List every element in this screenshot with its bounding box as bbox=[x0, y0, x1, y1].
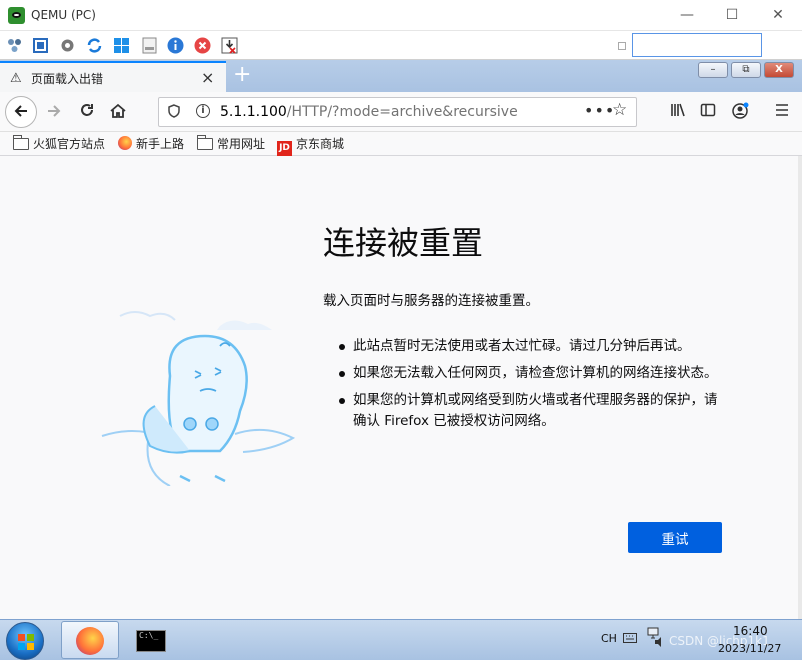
arrow-right-icon bbox=[48, 105, 61, 117]
stop-icon[interactable] bbox=[194, 37, 211, 54]
site-info-icon[interactable]: i bbox=[196, 104, 210, 118]
toolbar-checkbox[interactable] bbox=[618, 42, 626, 50]
list-item: 如果您无法载入任何网页，请检查您计算机的网络连接状态。 bbox=[337, 363, 727, 384]
arrow-left-icon bbox=[14, 105, 27, 117]
firefox-icon bbox=[118, 136, 132, 150]
usb-disconnect-icon[interactable] bbox=[221, 37, 238, 54]
content-right-edge bbox=[798, 156, 802, 619]
taskbar-firefox-button[interactable] bbox=[61, 621, 119, 659]
library-icon[interactable] bbox=[670, 102, 686, 122]
qemu-title-bar: QEMU (PC) — ☐ ✕ bbox=[0, 0, 802, 31]
tab-page-error[interactable]: ⚠ 页面载入出错 × bbox=[0, 61, 226, 92]
fullscreen-icon[interactable] bbox=[32, 37, 49, 54]
command-prompt-icon: C:\_ bbox=[136, 630, 166, 652]
home-icon bbox=[110, 103, 126, 118]
jd-icon: JD bbox=[277, 141, 292, 156]
vm-close-button[interactable]: X bbox=[764, 62, 794, 78]
window-title: QEMU (PC) bbox=[31, 8, 96, 22]
list-item: 如果您的计算机或网络受到防火墙或者代理服务器的保护，请确认 Firefox 已被… bbox=[337, 390, 727, 432]
volume-tray-icon[interactable] bbox=[654, 636, 666, 651]
error-description: 载入页面时与服务器的连接被重置。 bbox=[323, 293, 539, 309]
start-button[interactable] bbox=[6, 622, 44, 660]
navigation-toolbar: i 5.1.1.100/HTTP/?mode=archive&recursive… bbox=[0, 92, 802, 132]
error-suggestions-list: 此站点暂时无法使用或者太过忙碌。请过几分钟后再试。 如果您无法载入任何网页，请检… bbox=[337, 336, 727, 438]
list-item: 此站点暂时无法使用或者太过忙碌。请过几分钟后再试。 bbox=[337, 336, 727, 357]
tab-close-icon[interactable]: × bbox=[201, 68, 214, 87]
settings-gear-icon[interactable] bbox=[59, 37, 76, 54]
firefox-icon bbox=[76, 627, 104, 655]
tab-label: 页面载入出错 bbox=[31, 72, 104, 86]
tracking-shield-icon[interactable] bbox=[168, 104, 180, 122]
bookmark-item[interactable]: 常用网址 bbox=[197, 135, 265, 153]
close-button[interactable]: ✕ bbox=[755, 4, 801, 26]
vm-window-controls: – ⧉ X bbox=[698, 62, 798, 80]
retry-button[interactable]: 重试 bbox=[628, 522, 722, 553]
minimize-button[interactable]: — bbox=[664, 4, 710, 26]
folder-icon bbox=[197, 135, 213, 150]
bookmark-label: 常用网址 bbox=[217, 137, 266, 151]
bookmark-label: 火狐官方站点 bbox=[33, 137, 106, 151]
maximize-button[interactable]: ☐ bbox=[709, 4, 755, 26]
bookmark-label: 新手上路 bbox=[136, 137, 185, 151]
bookmark-item[interactable]: 火狐官方站点 bbox=[13, 135, 105, 153]
bookmark-item[interactable]: JD 京东商城 bbox=[277, 135, 345, 156]
account-icon[interactable] bbox=[732, 102, 750, 124]
page-actions-more-icon[interactable]: ••• bbox=[584, 101, 615, 120]
url-path: /HTTP/?mode=archive&recursive bbox=[286, 104, 518, 120]
reload-icon bbox=[81, 104, 93, 116]
network-icon[interactable] bbox=[6, 37, 23, 54]
url-text[interactable]: 5.1.1.100/HTTP/?mode=archive&recursive bbox=[220, 104, 518, 120]
vm-minimize-button[interactable]: – bbox=[698, 62, 728, 78]
bookmark-star-icon[interactable]: ☆ bbox=[612, 100, 627, 120]
connection-error-illustration-icon bbox=[101, 311, 296, 486]
forward-button[interactable] bbox=[40, 98, 68, 126]
error-page: 连接被重置 载入页面时与服务器的连接被重置。 此站点暂时无法使用或者太过忙碌。请… bbox=[0, 156, 798, 619]
back-button[interactable] bbox=[5, 96, 37, 128]
refresh-icon[interactable] bbox=[86, 37, 103, 54]
toolbar-search-input[interactable] bbox=[632, 33, 762, 57]
info-icon[interactable] bbox=[167, 37, 184, 54]
home-button[interactable] bbox=[104, 98, 132, 126]
sidebar-toggle-icon[interactable] bbox=[700, 102, 716, 122]
windows-icon[interactable] bbox=[113, 37, 130, 54]
input-language-indicator[interactable]: CH bbox=[601, 632, 617, 645]
qemu-logo-icon bbox=[8, 7, 25, 24]
taskbar-cmd-button[interactable]: C:\_ bbox=[121, 621, 179, 659]
address-bar[interactable]: i 5.1.1.100/HTTP/?mode=archive&recursive… bbox=[158, 97, 637, 127]
bookmarks-toolbar: 火狐官方站点 新手上路 常用网址 JD 京东商城 bbox=[0, 132, 802, 156]
windows-taskbar: C:\_ CH CSDN @lichp1k1 16:40 2023/11/27 bbox=[0, 619, 802, 660]
folder-icon bbox=[13, 135, 29, 150]
keyboard-icon[interactable] bbox=[141, 37, 158, 54]
reload-button[interactable] bbox=[73, 98, 101, 126]
menu-hamburger-icon[interactable] bbox=[774, 102, 790, 122]
warning-icon: ⚠ bbox=[10, 71, 22, 86]
error-title: 连接被重置 bbox=[323, 224, 484, 262]
new-tab-button[interactable]: + bbox=[233, 62, 251, 87]
url-host: 5.1.1.100 bbox=[220, 104, 287, 120]
bookmark-label: 京东商城 bbox=[296, 137, 345, 151]
vm-restore-button[interactable]: ⧉ bbox=[731, 62, 761, 78]
qemu-toolbar bbox=[0, 31, 802, 60]
clock-date[interactable]: 2023/11/27 bbox=[718, 642, 781, 655]
tab-strip: ⚠ 页面载入出错 × + – ⧉ X bbox=[0, 60, 802, 92]
bookmark-item[interactable]: 新手上路 bbox=[118, 135, 184, 153]
clock-time[interactable]: 16:40 bbox=[733, 624, 768, 638]
keyboard-tray-icon[interactable] bbox=[623, 633, 637, 646]
